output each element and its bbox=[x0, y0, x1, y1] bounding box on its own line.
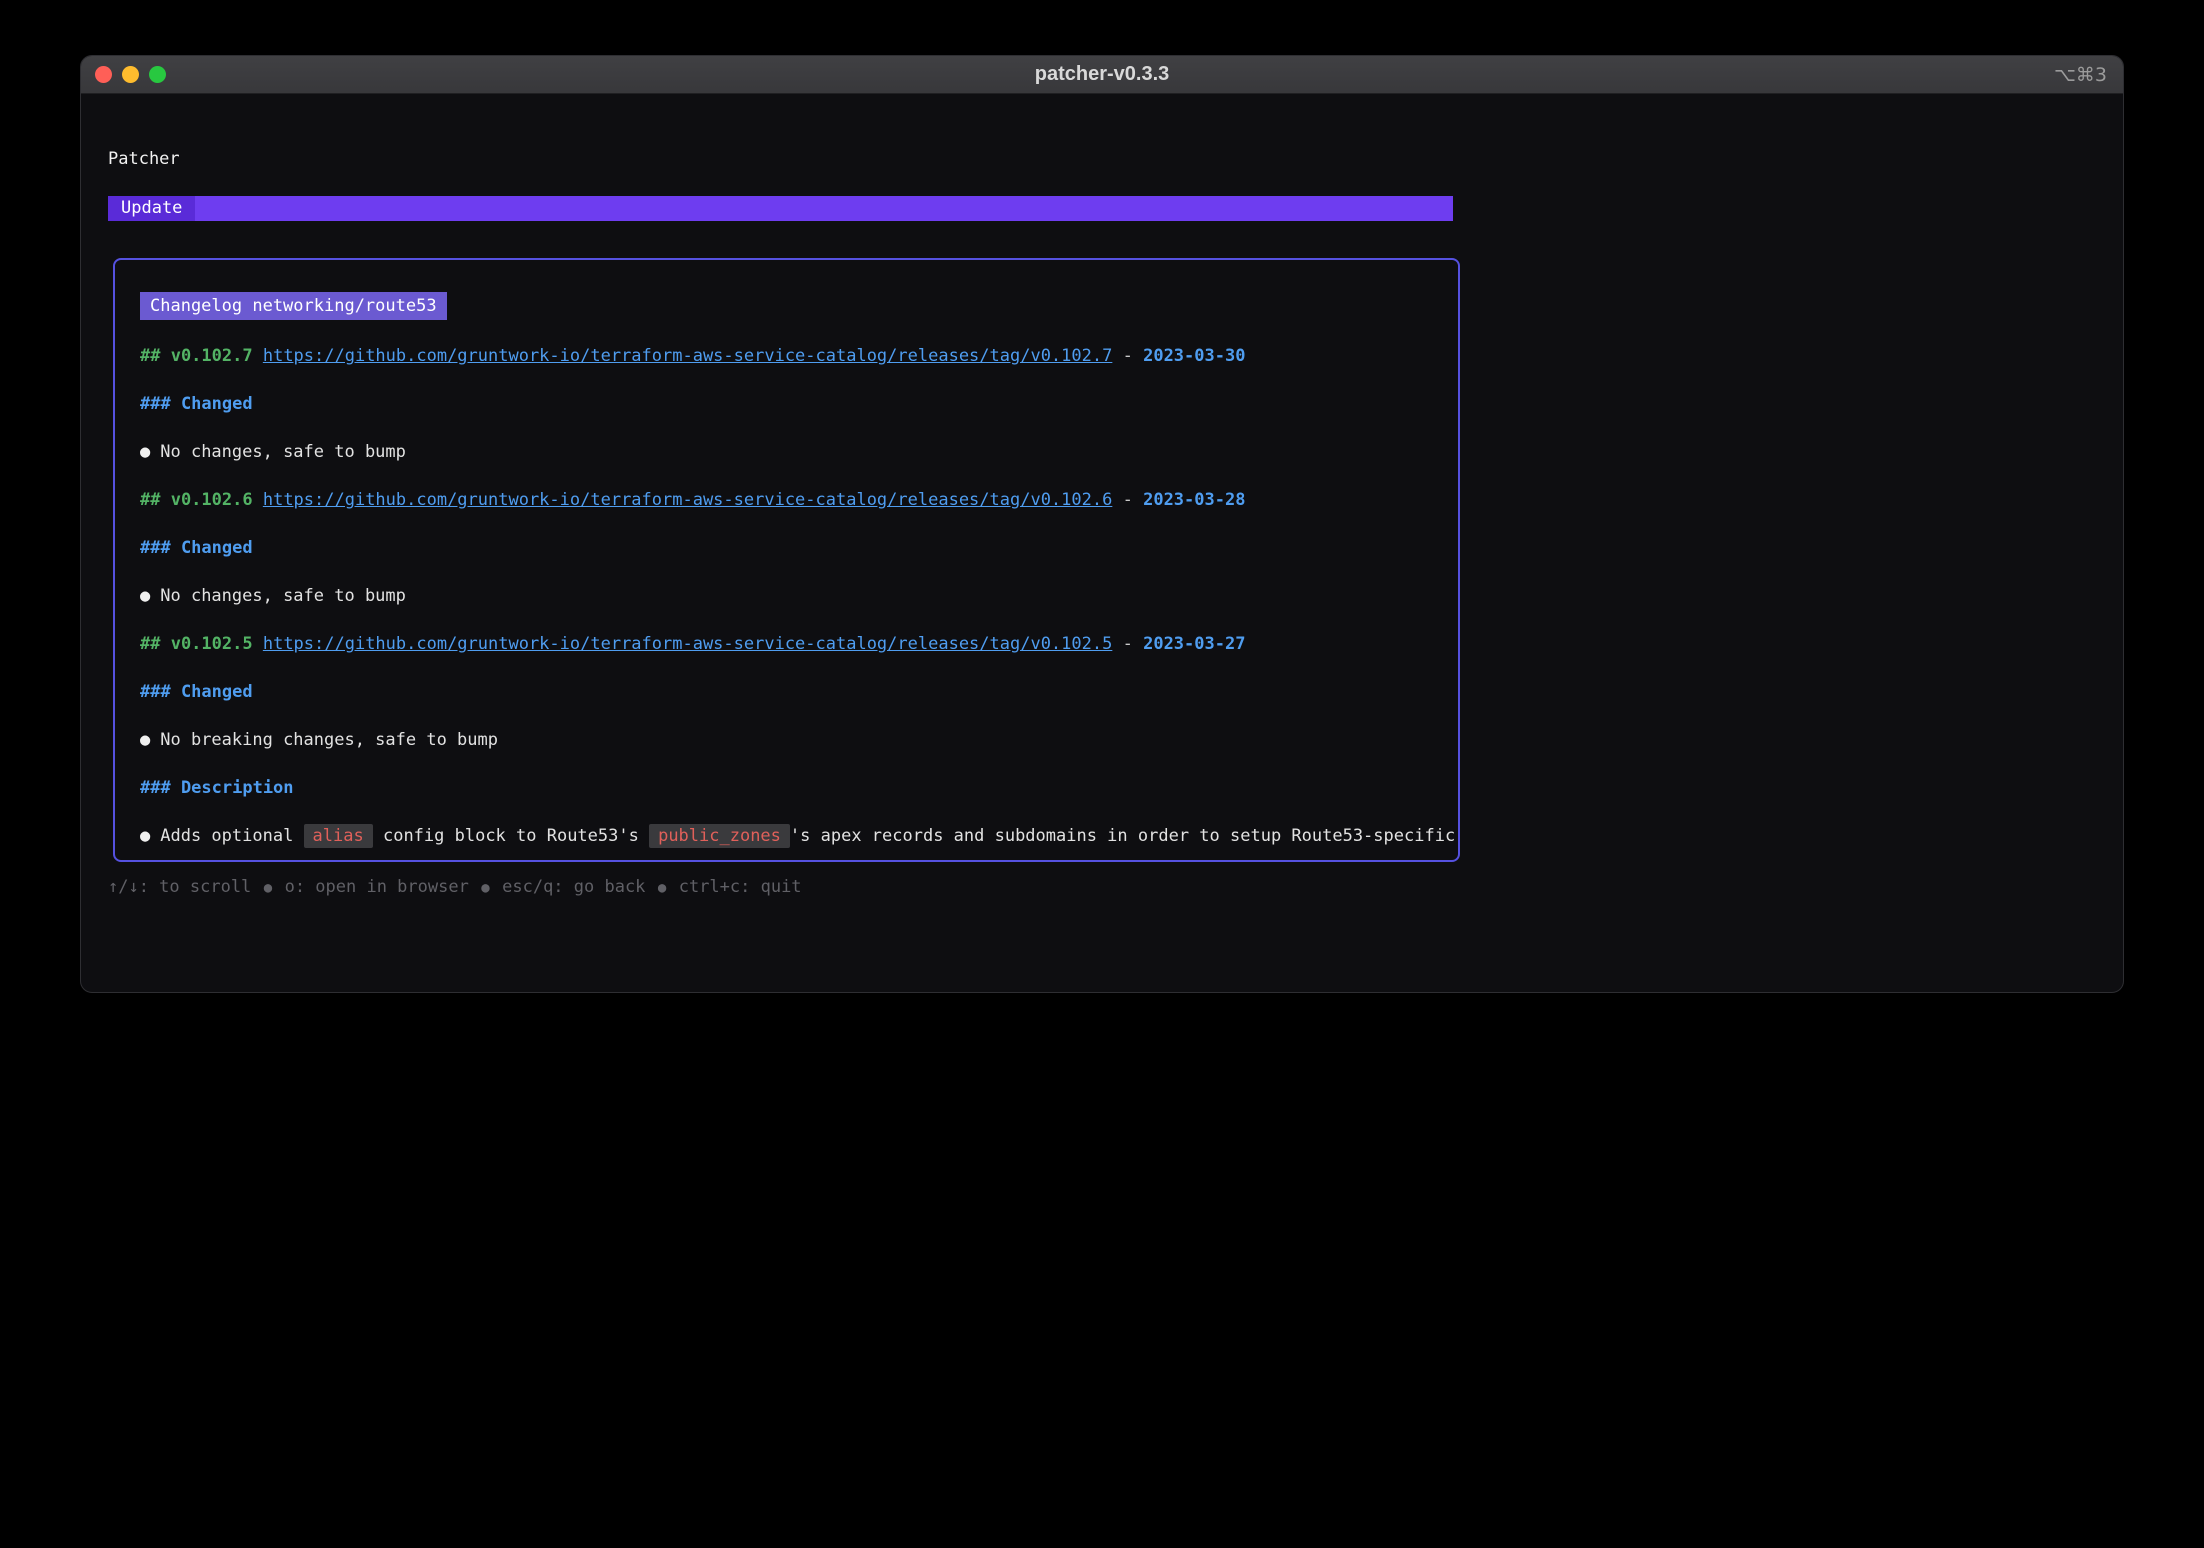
changelog-viewport[interactable]: Changelog networking/route53 ## v0.102.7… bbox=[113, 258, 1460, 862]
close-button[interactable] bbox=[95, 66, 112, 83]
window-shortcut-hint: ⌥⌘3 bbox=[2054, 56, 2107, 93]
section-heading: ### Changed bbox=[140, 538, 253, 558]
section-heading-line: ### Changed bbox=[140, 536, 1458, 560]
help-item: o: open in browser bbox=[285, 877, 469, 897]
release-heading: ## v0.102.5 https://github.com/gruntwork… bbox=[140, 632, 1458, 656]
bullet-item: ● No changes, safe to bump bbox=[140, 440, 1458, 464]
tab-update[interactable]: Update bbox=[108, 196, 195, 221]
section-heading-line: ### Changed bbox=[140, 680, 1458, 704]
bullet-text: No changes, safe to bump bbox=[160, 586, 406, 606]
bullet-item: ● No breaking changes, safe to bump bbox=[140, 728, 1458, 752]
inline-code: public_zones bbox=[649, 824, 790, 848]
section-heading-line: ### Description bbox=[140, 776, 1458, 800]
help-separator-icon: ● bbox=[251, 880, 284, 896]
bullet-text: No breaking changes, safe to bump bbox=[160, 730, 498, 750]
release-version: ## v0.102.7 bbox=[140, 346, 253, 366]
help-item: esc/q: go back bbox=[502, 877, 645, 897]
window-title: patcher-v0.3.3 bbox=[81, 63, 2123, 86]
bullet-icon: ● bbox=[140, 442, 150, 462]
zoom-button[interactable] bbox=[149, 66, 166, 83]
release-version: ## v0.102.5 bbox=[140, 634, 253, 654]
release-heading: ## v0.102.6 https://github.com/gruntwork… bbox=[140, 488, 1458, 512]
release-separator: - bbox=[1123, 490, 1133, 510]
inline-code: alias bbox=[304, 824, 373, 848]
desktop-background: patcher-v0.3.3 ⌥⌘3 Patcher Update Change… bbox=[0, 0, 2204, 1548]
app-window: patcher-v0.3.3 ⌥⌘3 Patcher Update Change… bbox=[80, 55, 2124, 993]
changelog-badge-line: Changelog networking/route53 bbox=[140, 292, 1458, 320]
help-item: ctrl+c: quit bbox=[679, 877, 802, 897]
section-heading: ### Changed bbox=[140, 394, 253, 414]
help-separator-icon: ● bbox=[469, 880, 502, 896]
terminal-content: Patcher Update Changelog networking/rout… bbox=[81, 95, 2123, 992]
release-date: 2023-03-27 bbox=[1143, 634, 1245, 654]
bullet-item: ● Adds optional alias config block to Rou… bbox=[140, 824, 1458, 848]
traffic-lights bbox=[95, 56, 166, 93]
bullet-icon: ● bbox=[140, 826, 150, 846]
help-separator-icon: ● bbox=[645, 880, 678, 896]
bullet-icon: ● bbox=[140, 730, 150, 750]
help-bar: ↑/↓: to scroll ● o: open in browser ● es… bbox=[108, 875, 802, 900]
release-separator: - bbox=[1123, 634, 1133, 654]
section-heading: ### Description bbox=[140, 778, 294, 798]
window-titlebar[interactable]: patcher-v0.3.3 ⌥⌘3 bbox=[81, 56, 2123, 94]
bullet-icon: ● bbox=[140, 586, 150, 606]
release-date: 2023-03-30 bbox=[1143, 346, 1245, 366]
tab-bar: Update bbox=[108, 196, 1453, 221]
section-heading: ### Changed bbox=[140, 682, 253, 702]
release-separator: - bbox=[1123, 346, 1133, 366]
help-item: ↑/↓: to scroll bbox=[108, 877, 251, 897]
bullet-text: Adds optional bbox=[160, 826, 303, 846]
bullet-item: ● No changes, safe to bump bbox=[140, 584, 1458, 608]
changelog-title-badge: Changelog networking/route53 bbox=[140, 292, 447, 320]
minimize-button[interactable] bbox=[122, 66, 139, 83]
bullet-text: config block to Route53's bbox=[373, 826, 649, 846]
release-date: 2023-03-28 bbox=[1143, 490, 1245, 510]
release-list: ## v0.102.7 https://github.com/gruntwork… bbox=[140, 344, 1458, 848]
release-link[interactable]: https://github.com/gruntwork-io/terrafor… bbox=[263, 490, 1113, 510]
app-title: Patcher bbox=[108, 147, 180, 171]
release-link[interactable]: https://github.com/gruntwork-io/terrafor… bbox=[263, 634, 1113, 654]
bullet-text: No changes, safe to bump bbox=[160, 442, 406, 462]
release-version: ## v0.102.6 bbox=[140, 490, 253, 510]
release-heading: ## v0.102.7 https://github.com/gruntwork… bbox=[140, 344, 1458, 368]
release-link[interactable]: https://github.com/gruntwork-io/terrafor… bbox=[263, 346, 1113, 366]
section-heading-line: ### Changed bbox=[140, 392, 1458, 416]
bullet-text: 's apex records and subdomains in order … bbox=[790, 826, 1455, 846]
